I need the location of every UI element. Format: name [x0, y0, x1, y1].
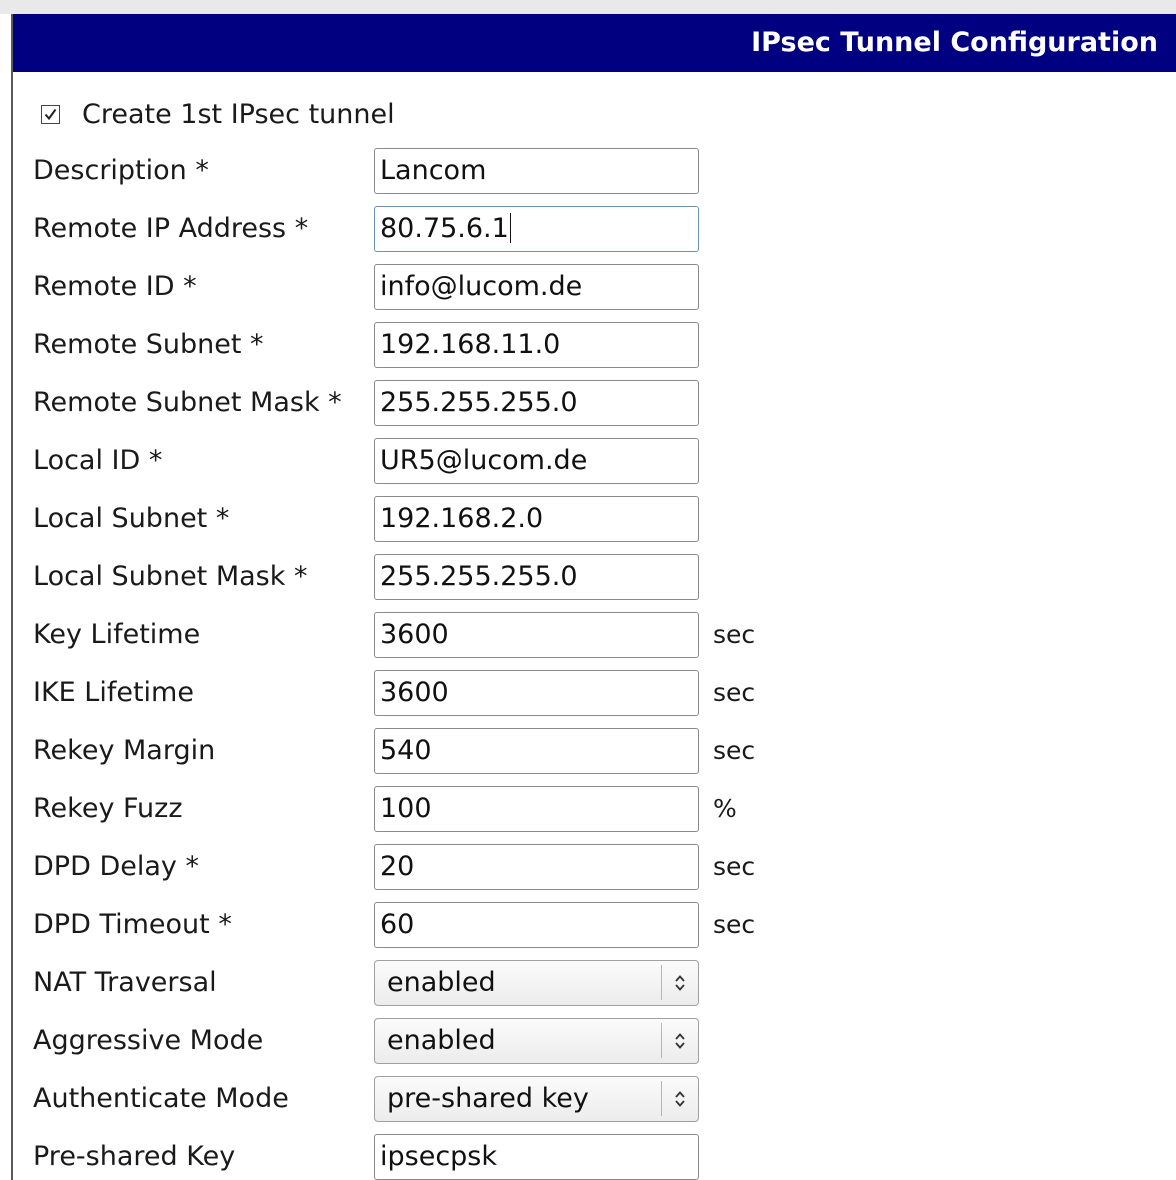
authenticate-mode-label: Authenticate Mode — [33, 1083, 289, 1114]
dpd-timeout-unit: sec — [713, 910, 756, 939]
create-tunnel-checkbox[interactable] — [41, 104, 60, 124]
rekey-margin-label: Rekey Margin — [33, 735, 216, 766]
rekey-fuzz-label: Rekey Fuzz — [33, 793, 183, 824]
remote-ip-value: 80.75.6.1 — [380, 213, 509, 244]
rekey-fuzz-field[interactable]: 100 — [374, 786, 699, 832]
nat-traversal-value: enabled — [387, 967, 496, 998]
page: IPsec Tunnel Configuration Create 1st IP… — [0, 0, 1176, 1180]
remote-id-row: Remote ID * info@lucom.de — [33, 264, 1133, 310]
local-subnet-mask-field[interactable]: 255.255.255.0 — [374, 554, 699, 600]
dpd-delay-unit: sec — [713, 852, 756, 881]
key-lifetime-unit: sec — [713, 620, 756, 649]
remote-subnet-mask-field[interactable]: 255.255.255.0 — [374, 380, 699, 426]
remote-ip-label: Remote IP Address * — [33, 213, 309, 244]
remote-id-label: Remote ID * — [33, 271, 197, 302]
page-title: IPsec Tunnel Configuration — [13, 14, 1176, 72]
dpd-timeout-label: DPD Timeout * — [33, 909, 232, 940]
pre-shared-key-label: Pre-shared Key — [33, 1141, 236, 1172]
rekey-fuzz-unit: % — [713, 794, 737, 823]
remote-subnet-row: Remote Subnet * 192.168.11.0 — [33, 322, 1133, 368]
rekey-margin-unit: sec — [713, 736, 756, 765]
authenticate-mode-row: Authenticate Mode pre-shared key — [33, 1076, 1133, 1122]
authenticate-mode-value: pre-shared key — [387, 1083, 589, 1114]
authenticate-mode-select[interactable]: pre-shared key — [374, 1076, 699, 1122]
top-strip — [0, 0, 1176, 14]
local-subnet-row: Local Subnet * 192.168.2.0 — [33, 496, 1133, 542]
nat-traversal-label: NAT Traversal — [33, 967, 217, 998]
aggressive-mode-row: Aggressive Mode enabled — [33, 1018, 1133, 1064]
rekey-fuzz-row: Rekey Fuzz 100 % — [33, 786, 1133, 832]
local-id-label: Local ID * — [33, 445, 163, 476]
aggressive-mode-label: Aggressive Mode — [33, 1025, 264, 1056]
create-tunnel-label[interactable]: Create 1st IPsec tunnel — [82, 99, 395, 130]
remote-subnet-mask-label: Remote Subnet Mask * — [33, 387, 342, 418]
pre-shared-key-row: Pre-shared Key ipsecpsk — [33, 1134, 1133, 1180]
create-tunnel-row: Create 1st IPsec tunnel — [41, 96, 395, 132]
remote-ip-field[interactable]: 80.75.6.1 — [374, 206, 699, 252]
rekey-margin-field[interactable]: 540 — [374, 728, 699, 774]
description-field[interactable]: Lancom — [374, 148, 699, 194]
updown-chevron-icon — [661, 1081, 698, 1116]
ike-lifetime-label: IKE Lifetime — [33, 677, 194, 708]
dpd-timeout-field[interactable]: 60 — [374, 902, 699, 948]
description-label: Description * — [33, 155, 209, 186]
ike-lifetime-field[interactable]: 3600 — [374, 670, 699, 716]
description-row: Description * Lancom — [33, 148, 1133, 194]
nat-traversal-row: NAT Traversal enabled — [33, 960, 1133, 1006]
updown-chevron-icon — [661, 1023, 698, 1058]
ike-lifetime-unit: sec — [713, 678, 756, 707]
aggressive-mode-value: enabled — [387, 1025, 496, 1056]
ike-lifetime-row: IKE Lifetime 3600 sec — [33, 670, 1133, 716]
remote-subnet-mask-row: Remote Subnet Mask * 255.255.255.0 — [33, 380, 1133, 426]
local-id-row: Local ID * UR5@lucom.de — [33, 438, 1133, 484]
local-subnet-mask-row: Local Subnet Mask * 255.255.255.0 — [33, 554, 1133, 600]
text-caret — [509, 212, 512, 243]
dpd-timeout-row: DPD Timeout * 60 sec — [33, 902, 1133, 948]
nat-traversal-select[interactable]: enabled — [374, 960, 699, 1006]
local-subnet-field[interactable]: 192.168.2.0 — [374, 496, 699, 542]
remote-id-field[interactable]: info@lucom.de — [374, 264, 699, 310]
local-subnet-mask-label: Local Subnet Mask * — [33, 561, 308, 592]
rekey-margin-row: Rekey Margin 540 sec — [33, 728, 1133, 774]
key-lifetime-row: Key Lifetime 3600 sec — [33, 612, 1133, 658]
aggressive-mode-select[interactable]: enabled — [374, 1018, 699, 1064]
remote-ip-row: Remote IP Address * 80.75.6.1 — [33, 206, 1133, 252]
dpd-delay-field[interactable]: 20 — [374, 844, 699, 890]
key-lifetime-label: Key Lifetime — [33, 619, 201, 650]
dpd-delay-row: DPD Delay * 20 sec — [33, 844, 1133, 890]
key-lifetime-field[interactable]: 3600 — [374, 612, 699, 658]
remote-subnet-label: Remote Subnet * — [33, 329, 264, 360]
ipsec-config-panel: IPsec Tunnel Configuration Create 1st IP… — [11, 14, 1176, 1180]
local-subnet-label: Local Subnet * — [33, 503, 230, 534]
remote-subnet-field[interactable]: 192.168.11.0 — [374, 322, 699, 368]
local-id-field[interactable]: UR5@lucom.de — [374, 438, 699, 484]
pre-shared-key-field[interactable]: ipsecpsk — [374, 1134, 699, 1180]
dpd-delay-label: DPD Delay * — [33, 851, 199, 882]
checkmark-icon — [44, 108, 57, 120]
updown-chevron-icon — [661, 965, 698, 1000]
